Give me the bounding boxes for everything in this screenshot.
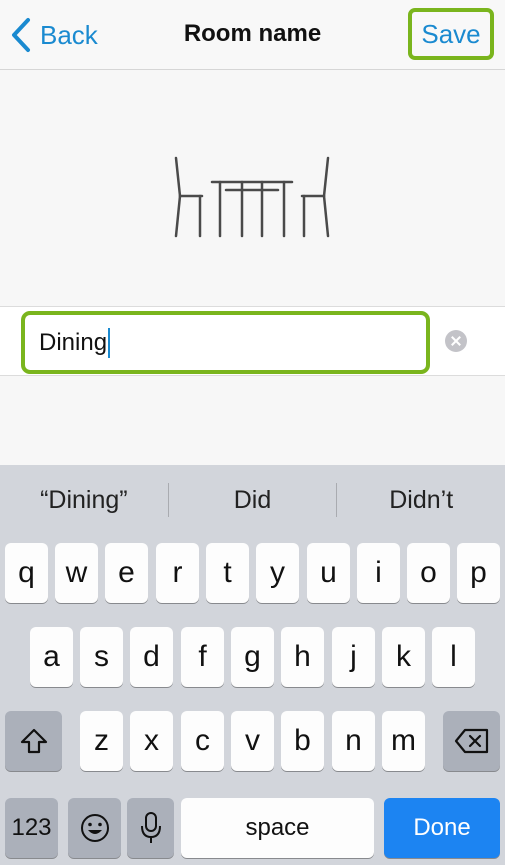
emoji-key[interactable] xyxy=(68,798,121,858)
save-button[interactable]: Save xyxy=(408,8,494,60)
key-t[interactable]: t xyxy=(206,543,249,603)
key-o[interactable]: o xyxy=(407,543,450,603)
key-a[interactable]: a xyxy=(30,627,73,687)
dining-table-icon xyxy=(174,156,330,238)
key-e[interactable]: e xyxy=(105,543,148,603)
key-f[interactable]: f xyxy=(181,627,224,687)
microphone-icon xyxy=(140,812,161,843)
key-u[interactable]: u xyxy=(307,543,350,603)
key-y[interactable]: y xyxy=(256,543,299,603)
shift-key[interactable] xyxy=(5,711,62,771)
done-key[interactable]: Done xyxy=(384,798,500,858)
numbers-key[interactable]: 123 xyxy=(5,798,58,858)
room-name-value: Dining xyxy=(39,328,108,356)
text-cursor xyxy=(108,327,111,358)
key-p[interactable]: p xyxy=(457,543,500,603)
key-s[interactable]: s xyxy=(80,627,123,687)
key-q[interactable]: q xyxy=(5,543,48,603)
key-r[interactable]: r xyxy=(156,543,199,603)
key-n[interactable]: n xyxy=(332,711,375,771)
key-d[interactable]: d xyxy=(130,627,173,687)
key-x[interactable]: x xyxy=(130,711,173,771)
room-icon-area xyxy=(0,71,505,306)
key-l[interactable]: l xyxy=(432,627,475,687)
key-g[interactable]: g xyxy=(231,627,274,687)
key-v[interactable]: v xyxy=(231,711,274,771)
suggestion-item[interactable]: “Dining” xyxy=(0,483,168,517)
delete-key[interactable] xyxy=(443,711,500,771)
key-i[interactable]: i xyxy=(357,543,400,603)
navigation-bar: Back Room name Save xyxy=(0,0,505,70)
clear-text-icon[interactable] xyxy=(445,330,467,352)
key-w[interactable]: w xyxy=(55,543,98,603)
key-z[interactable]: z xyxy=(80,711,123,771)
room-name-input[interactable]: Dining xyxy=(21,311,430,374)
suggestion-bar: “Dining” Did Didn’t xyxy=(0,465,505,535)
suggestion-item[interactable]: Did xyxy=(169,483,337,517)
key-b[interactable]: b xyxy=(281,711,324,771)
key-h[interactable]: h xyxy=(281,627,324,687)
space-key[interactable]: space xyxy=(181,798,374,858)
key-j[interactable]: j xyxy=(332,627,375,687)
suggestion-item[interactable]: Didn’t xyxy=(337,483,505,517)
key-c[interactable]: c xyxy=(181,711,224,771)
shift-icon xyxy=(20,728,47,754)
key-m[interactable]: m xyxy=(382,711,425,771)
keyboard: “Dining” Did Didn’t q w e r t y u i o p … xyxy=(0,465,505,865)
room-name-row: Dining xyxy=(0,306,505,376)
key-k[interactable]: k xyxy=(382,627,425,687)
backspace-icon xyxy=(454,728,488,754)
dictation-key[interactable] xyxy=(127,798,174,858)
emoji-icon xyxy=(80,814,109,842)
